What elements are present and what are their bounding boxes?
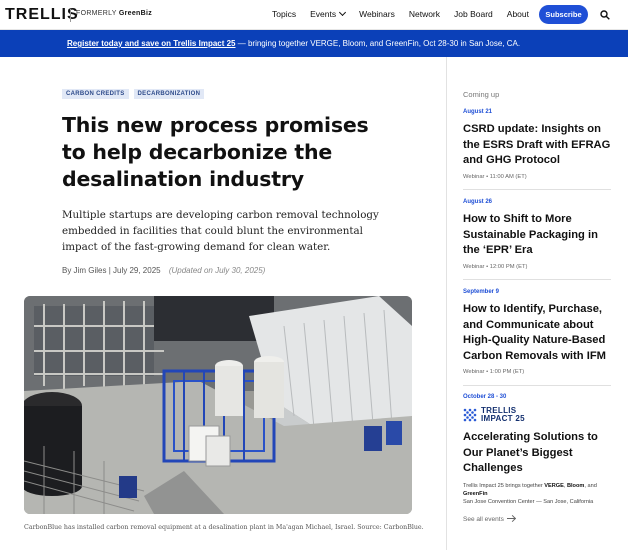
article-photo (24, 296, 412, 514)
impact-logo-icon (463, 408, 477, 422)
desc-bloom: Bloom (566, 482, 585, 489)
banner-text: — bringing together VERGE, Bloom, and Gr… (235, 39, 521, 48)
photo-caption: CarbonBlue has installed carbon removal … (24, 524, 424, 531)
top-nav: TRELLIS FORMERLY GreenBiz Topics Events … (0, 0, 628, 30)
byline: By Jim Giles | July 29, 2025 (Updated on… (62, 266, 265, 275)
author[interactable]: By Jim Giles (62, 266, 106, 275)
article-headline: This new process promises to help decarb… (62, 113, 369, 191)
featured-event-title[interactable]: Accelerating Solutions to Our Planet’s B… (463, 430, 611, 477)
nav-about[interactable]: About (507, 9, 529, 19)
desc-verge: VERGE (544, 482, 564, 489)
see-all-label: See all events (463, 516, 504, 523)
article-dek: Multiple startups are developing carbon … (62, 209, 379, 253)
chevron-down-icon (339, 8, 347, 17)
event-divider (463, 385, 611, 386)
formerly-prefix: FORMERLY (76, 10, 117, 17)
search-icon[interactable] (600, 10, 610, 20)
nav-network[interactable]: Network (409, 9, 440, 19)
event-date: October 28 - 30 (463, 394, 507, 400)
publish-date: July 29, 2025 (113, 266, 161, 275)
event-meta: Webinar • 1:00 PM (ET) (463, 369, 525, 375)
nav-links: Topics Events Webinars Network Job Board… (272, 8, 543, 19)
tag-carbon-credits[interactable]: CARBON CREDITS (62, 89, 129, 99)
sidebar-divider (446, 57, 447, 550)
event-title[interactable]: CSRD update: Insights on the ESRS Draft … (463, 122, 611, 169)
nav-webinars[interactable]: Webinars (359, 9, 395, 19)
venue: San Jose Convention Center — San Jose, C… (463, 498, 594, 505)
nav-job-board[interactable]: Job Board (454, 9, 493, 19)
impact-logo: TRELLIS IMPACT 25 (463, 407, 611, 423)
featured-event[interactable]: October 28 - 30 TRELLIS IMPACT 25 Accele… (463, 394, 611, 506)
event-meta: Webinar • 12:00 PM (ET) (463, 263, 528, 270)
logo-divider (70, 9, 71, 22)
desc-greenfin: GreenFin (463, 490, 488, 497)
trellis-logo[interactable]: TRELLIS (5, 6, 79, 24)
event-item[interactable]: August 26 How to Shift to More Sustainab… (463, 199, 611, 270)
event-date: August 26 (463, 199, 493, 205)
banner-register-link[interactable]: Register today and save on Trellis Impac… (67, 39, 236, 48)
desc-and: , and (584, 482, 597, 489)
promo-banner: Register today and save on Trellis Impac… (0, 30, 628, 57)
event-divider (463, 279, 611, 280)
arrow-right-icon (506, 518, 515, 519)
event-item[interactable]: August 21 CSRD update: Insights on the E… (463, 109, 611, 180)
featured-event-description: Trellis Impact 25 brings together VERGE,… (463, 482, 611, 506)
tag-decarbonization[interactable]: DECARBONIZATION (133, 89, 205, 99)
nav-events[interactable]: Events (310, 8, 347, 19)
coming-up-heading: Coming up (463, 90, 500, 99)
event-date: August 21 (463, 109, 493, 115)
event-title[interactable]: How to Shift to More Sustainable Packagi… (463, 212, 611, 259)
event-title[interactable]: How to Identify, Purchase, and Communica… (463, 302, 611, 364)
subscribe-button[interactable]: Subscribe (539, 5, 588, 24)
formerly-name: GreenBiz (118, 10, 153, 17)
event-meta: Webinar • 11:00 AM (ET) (463, 173, 527, 180)
formerly-label: FORMERLY GreenBiz (76, 10, 152, 17)
event-divider (463, 189, 611, 190)
nav-topics[interactable]: Topics (272, 9, 296, 19)
event-date: September 9 (463, 289, 500, 295)
desc-prefix: Trellis Impact 25 brings together (463, 482, 545, 489)
see-all-events-link[interactable]: See all events (463, 516, 515, 523)
event-item[interactable]: September 9 How to Identify, Purchase, a… (463, 289, 611, 375)
nav-events-label: Events (310, 9, 337, 19)
impact-logo-line2: IMPACT 25 (481, 414, 525, 423)
updated-date: (Updated on July 30, 2025) (168, 266, 266, 275)
article-tags: CARBON CREDITS DECARBONIZATION (62, 89, 205, 99)
